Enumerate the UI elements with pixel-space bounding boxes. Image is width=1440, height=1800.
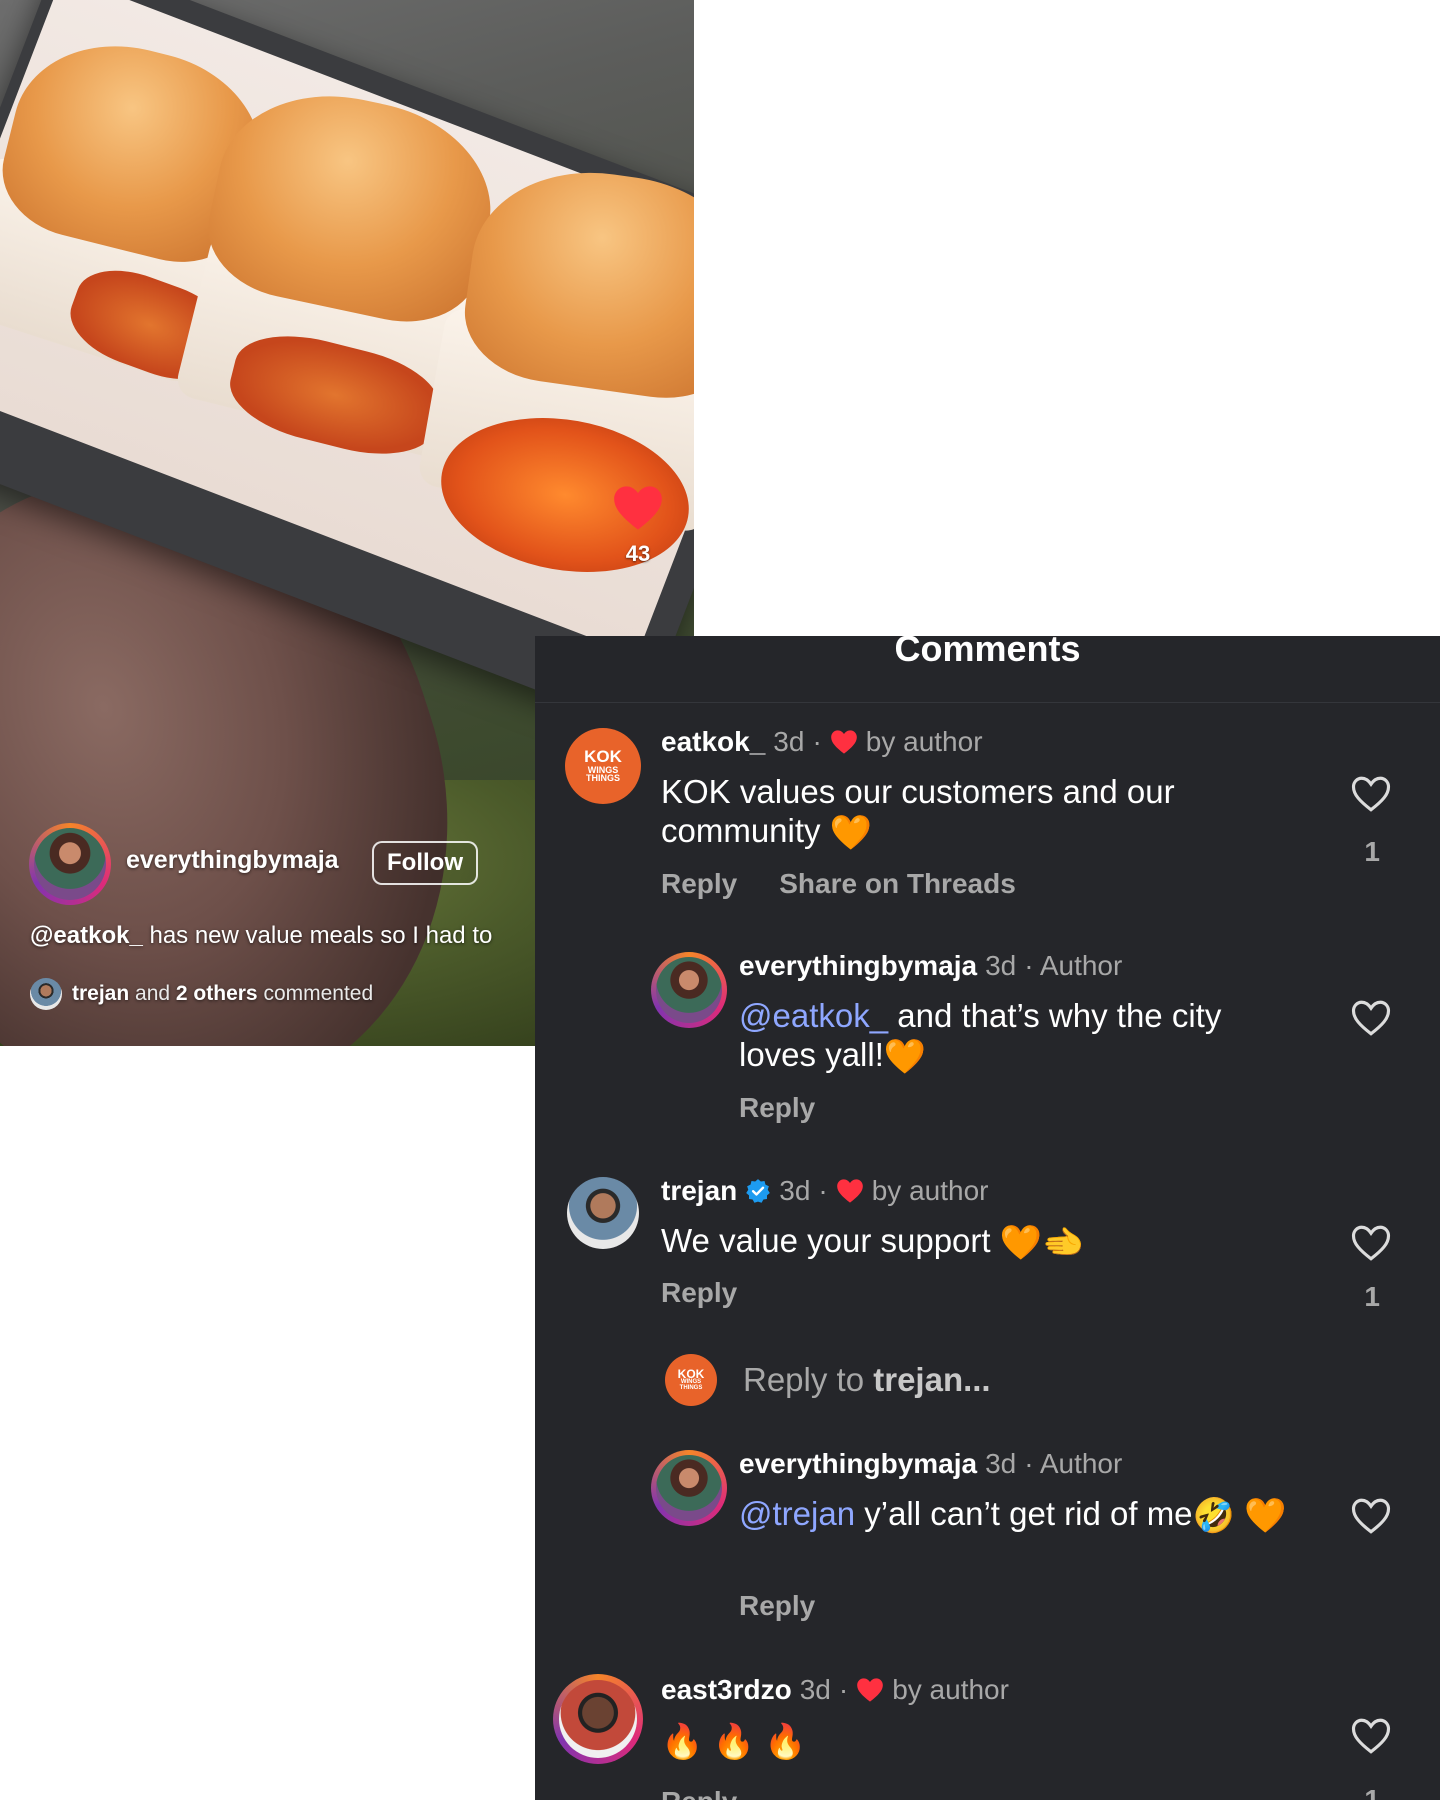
follow-button[interactable]: Follow (372, 841, 478, 885)
comment-like-count: 1 (1364, 1784, 1380, 1800)
comment-username[interactable]: everythingbymaja (739, 950, 977, 982)
comment-meta: everythingbymaja 3d · Author (739, 950, 1122, 982)
comments-title: Comments (894, 636, 1081, 669)
comment-actions: Reply (739, 1092, 815, 1124)
reel-author-username[interactable]: everythingbymaja (126, 846, 339, 875)
avatar-kok-logo[interactable]: KOK WINGS THINGS (565, 728, 641, 804)
liked-by-author: by author (871, 1175, 989, 1206)
avatar-photo (34, 828, 106, 900)
reply-button[interactable]: Reply (739, 1590, 815, 1622)
reel-commenters-summary[interactable]: trejan and 2 others commented (30, 978, 373, 1010)
comment-text: @trejan y’all can’t get rid of me🤣 🧡 (739, 1495, 1287, 1536)
avatar[interactable] (553, 1674, 643, 1764)
comment-time: 3d (779, 1175, 811, 1206)
commenter-avatar (30, 978, 62, 1010)
mention-link[interactable]: @eatkok_ (739, 997, 888, 1034)
comment-meta: trejan 3d · by author (661, 1175, 989, 1207)
liked-by-author: by author (892, 1674, 1009, 1705)
heart-icon (614, 486, 662, 530)
comment-username[interactable]: everythingbymaja (739, 1448, 977, 1480)
comment-like-count: 1 (1364, 1281, 1380, 1312)
heart-icon (836, 1179, 863, 1203)
comment-username[interactable]: east3rdzo (661, 1674, 792, 1706)
comment-meta: everythingbymaja 3d · Author (739, 1448, 1122, 1480)
comment-actions: Reply (739, 1590, 815, 1622)
heart-outline-icon[interactable] (1350, 1716, 1392, 1756)
comment-time: 3d (799, 1674, 831, 1705)
heart-icon (830, 730, 857, 754)
comment-text: @eatkok_ and that’s why the city loves y… (739, 997, 1222, 1077)
comment-time: 3d (773, 726, 805, 757)
avatar-photo (656, 957, 722, 1023)
liked-by-author: by author (865, 726, 983, 757)
avatar[interactable] (567, 1177, 639, 1249)
comment-like-count: 1 (1364, 836, 1380, 867)
verified-badge-icon (746, 1179, 771, 1203)
heart-outline-icon[interactable] (1350, 1496, 1392, 1536)
reel-caption[interactable]: @eatkok_ has new value meals so I had to (30, 922, 492, 950)
reply-button[interactable]: Reply (739, 1092, 815, 1124)
reply-button[interactable]: Reply (661, 1786, 737, 1800)
commenters-text: trejan and 2 others commented (72, 982, 374, 1005)
comment-text: We value your support 🧡🫲 (661, 1222, 1085, 1263)
comment-time: 3d (985, 1448, 1017, 1479)
comment-actions: Reply (661, 1786, 737, 1800)
comment-username[interactable]: trejan (661, 1175, 737, 1207)
author-label: · Author (1024, 1448, 1123, 1479)
reel-like-button[interactable]: 43 (611, 484, 665, 574)
divider (535, 702, 1440, 703)
comments-sheet[interactable]: Comments KOK WINGS THINGS eatkok_ 3d · b… (535, 636, 1440, 1800)
caption-text: has new value meals so I had to (142, 922, 493, 949)
heart-icon (857, 1678, 884, 1702)
comment-username[interactable]: eatkok_ (661, 726, 765, 758)
avatar-photo (656, 1455, 722, 1521)
comment-actions: Reply (661, 1277, 737, 1309)
heart-outline-icon[interactable] (1350, 774, 1392, 814)
author-label: · Author (1024, 950, 1123, 981)
comment-meta: east3rdzo 3d · by author (661, 1674, 1009, 1706)
heart-outline-icon[interactable] (1350, 998, 1392, 1038)
reply-button[interactable]: Reply (661, 868, 737, 900)
comment-meta: eatkok_ 3d · by author (661, 726, 983, 758)
comment-time: 3d (985, 950, 1017, 981)
reel-author-avatar[interactable] (29, 823, 111, 905)
reply-composer[interactable]: KOK WINGS THINGS Reply to trejan... (665, 1354, 991, 1406)
reply-input[interactable]: Reply to trejan... (743, 1361, 991, 1399)
mention-link[interactable]: @trejan (739, 1495, 855, 1532)
comment-actions: Reply Share on Threads (661, 868, 1016, 900)
reel-like-count: 43 (625, 541, 651, 566)
composer-avatar: KOK WINGS THINGS (665, 1354, 717, 1406)
reply-button[interactable]: Reply (661, 1277, 737, 1309)
comment-text: KOK values our customers and our communi… (661, 773, 1175, 853)
avatar[interactable] (651, 952, 727, 1028)
share-on-threads-button[interactable]: Share on Threads (779, 868, 1016, 900)
comment-text: 🔥 🔥 🔥 (661, 1723, 807, 1762)
avatar[interactable] (651, 1450, 727, 1526)
heart-outline-icon[interactable] (1350, 1223, 1392, 1263)
caption-mention[interactable]: @eatkok_ (30, 922, 143, 949)
avatar-photo (559, 1680, 637, 1758)
